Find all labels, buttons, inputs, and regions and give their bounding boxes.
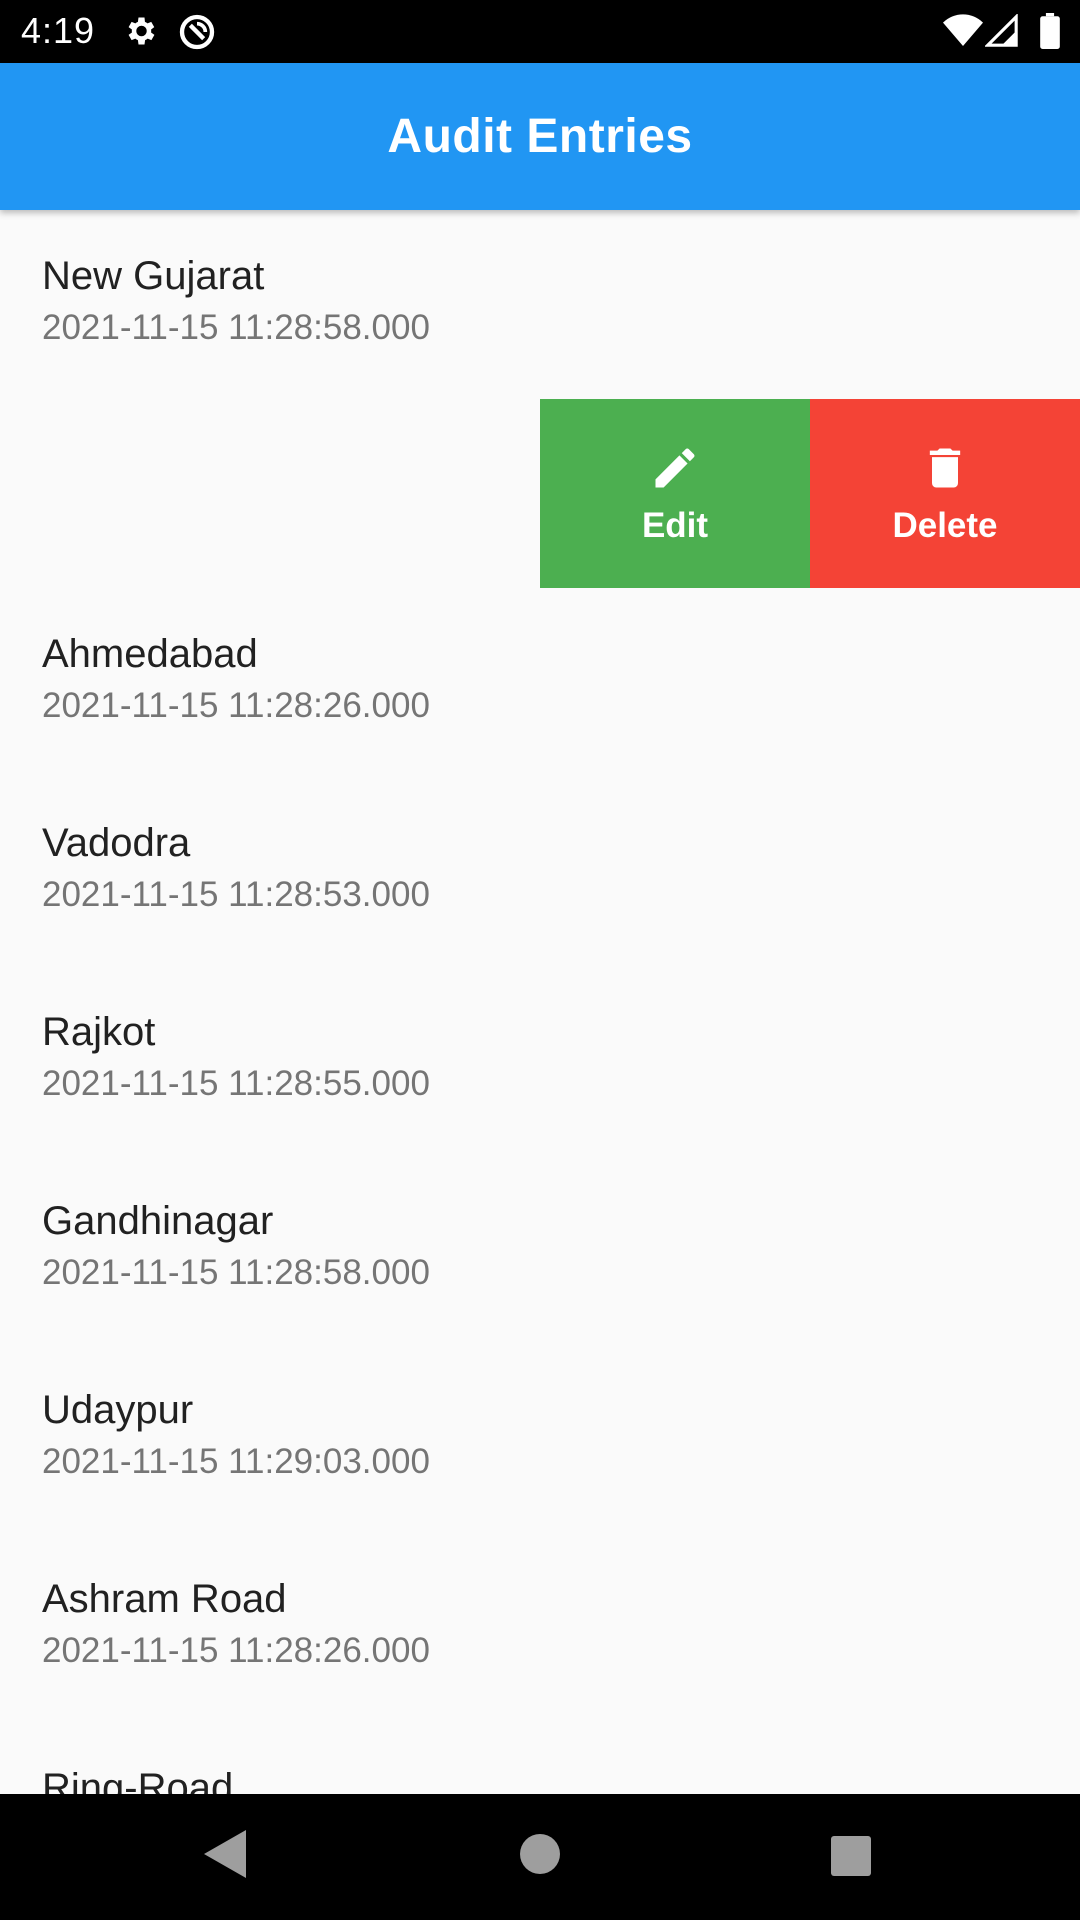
entry-timestamp: 2021-11-15 11:28:58.000 — [42, 308, 430, 347]
entry-timestamp: 2021-11-15 11:28:26.000 — [42, 1631, 430, 1670]
screen: 4:19 Audit Entries New Gujarat 2021-11-1… — [0, 0, 1080, 1920]
list-item[interactable]: Gandhinagar 2021-11-15 11:28:58.000 — [0, 1155, 1080, 1344]
entry-timestamp: 2021-11-15 11:28:55.000 — [42, 1064, 430, 1103]
entry-name: Ashram Road — [42, 1577, 287, 1621]
delete-button[interactable]: Delete — [810, 399, 1080, 588]
edit-button[interactable]: Edit — [540, 399, 810, 588]
trash-icon — [929, 448, 961, 487]
back-icon[interactable] — [204, 1830, 246, 1878]
list-item[interactable]: Vadodra 2021-11-15 11:28:53.000 — [0, 777, 1080, 966]
recents-icon[interactable] — [831, 1836, 871, 1876]
entry-name: New Gujarat — [42, 254, 265, 298]
signal-icon — [985, 14, 1018, 47]
status-bar: 4:19 — [0, 0, 1080, 63]
gear-icon — [128, 17, 155, 45]
entry-name: Vadodra — [42, 821, 191, 865]
home-icon[interactable] — [520, 1834, 560, 1874]
entry-name: Ring-Road — [42, 1766, 234, 1794]
entry-name: Udaypur — [42, 1388, 194, 1432]
app-bar: Audit Entries — [0, 63, 1080, 210]
entry-name: Rajkot — [42, 1010, 156, 1054]
entry-name: Ahmedabad — [42, 632, 258, 676]
page-title: Audit Entries — [387, 110, 693, 163]
list-item[interactable]: Ashram Road 2021-11-15 11:28:26.000 — [0, 1533, 1080, 1722]
entry-timestamp: 2021-11-15 11:28:58.000 — [42, 1253, 430, 1292]
wifi-icon — [943, 14, 983, 46]
pencil-icon — [655, 447, 695, 487]
list-item[interactable]: New Gujarat 2021-11-15 11:28:58.000 — [0, 210, 1080, 399]
status-time: 4:19 — [21, 10, 96, 51]
delete-label: Delete — [892, 505, 998, 545]
list-item[interactable]: Udaypur 2021-11-15 11:29:03.000 — [0, 1344, 1080, 1533]
list-item[interactable]: Ring-Road — [0, 1722, 1080, 1794]
entry-timestamp: 2021-11-15 11:28:26.000 — [42, 686, 430, 725]
swipe-actions: Edit Delete — [540, 399, 1080, 588]
sync-disabled-icon — [179, 14, 215, 50]
audit-entries-list[interactable]: New Gujarat 2021-11-15 11:28:58.000 Edit… — [0, 210, 1080, 1794]
entry-timestamp: 2021-11-15 11:29:03.000 — [42, 1442, 430, 1481]
edit-label: Edit — [641, 505, 709, 545]
list-item[interactable]: Ahmedabad 2021-11-15 11:28:26.000 — [0, 588, 1080, 777]
list-item[interactable]: Rajkot 2021-11-15 11:28:55.000 — [0, 966, 1080, 1155]
battery-icon — [1040, 13, 1060, 49]
entry-name: Gandhinagar — [42, 1199, 274, 1243]
navigation-bar — [0, 1794, 1080, 1920]
entry-timestamp: 2021-11-15 11:28:53.000 — [42, 875, 430, 914]
